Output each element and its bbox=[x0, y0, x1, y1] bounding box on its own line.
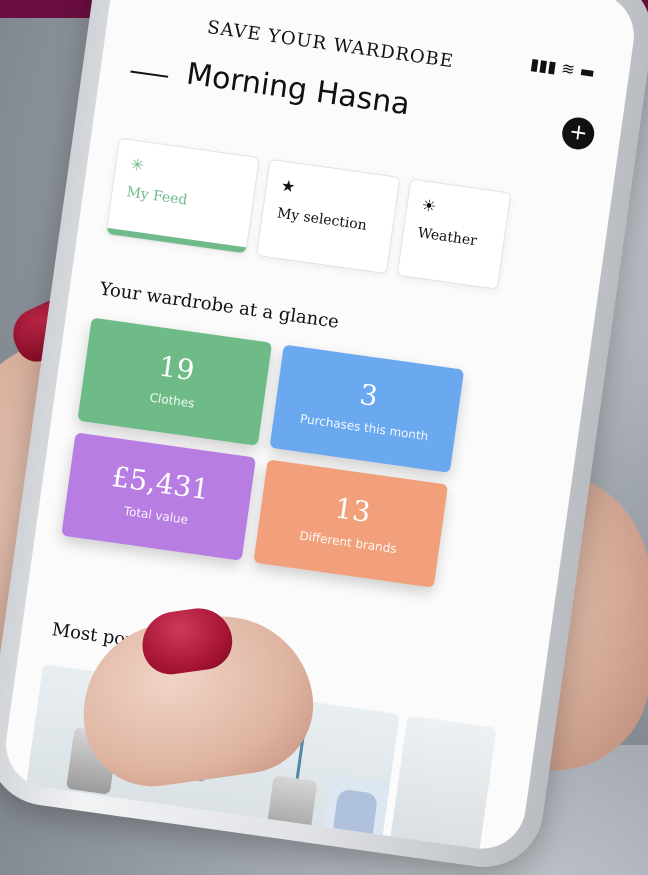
tab-label: My selection bbox=[276, 205, 368, 234]
tab-my-feed[interactable]: ✳ My Feed bbox=[105, 137, 260, 255]
greeting-text: Morning Hasna bbox=[184, 56, 412, 123]
tab-label: My Feed bbox=[125, 184, 189, 209]
sun-icon: ☀ bbox=[420, 195, 438, 217]
stat-card-purchases[interactable]: 3 Purchases this month bbox=[269, 344, 465, 473]
add-button[interactable]: + bbox=[560, 115, 597, 152]
clothing-fabric bbox=[317, 775, 390, 853]
active-tab-indicator bbox=[106, 227, 247, 254]
star-icon: ★ bbox=[279, 175, 297, 197]
plus-icon: + bbox=[567, 119, 590, 147]
battery-icon: ▬ bbox=[578, 61, 597, 83]
tab-label: Weather bbox=[416, 225, 478, 250]
stat-card-clothes[interactable]: 19 Clothes bbox=[77, 317, 273, 446]
sparkle-icon: ✳ bbox=[129, 154, 146, 176]
menu-icon[interactable] bbox=[130, 70, 169, 78]
tab-weather[interactable]: ☀ Weather bbox=[396, 178, 512, 290]
clip-icon bbox=[265, 775, 318, 843]
stat-card-total-value[interactable]: £5,431 Total value bbox=[61, 432, 256, 561]
popular-item-image[interactable] bbox=[388, 715, 497, 855]
wifi-icon: ≋ bbox=[560, 58, 577, 80]
wardrobe-stats: 19 Clothes 3 Purchases this month £5,431… bbox=[53, 317, 508, 654]
stat-card-brands[interactable]: 13 Different brands bbox=[253, 459, 449, 588]
status-bar: ▮▮▮ ≋ ▬ bbox=[529, 54, 596, 82]
signal-icon: ▮▮▮ bbox=[529, 54, 558, 77]
tab-my-selection[interactable]: ★ My selection bbox=[256, 158, 401, 275]
